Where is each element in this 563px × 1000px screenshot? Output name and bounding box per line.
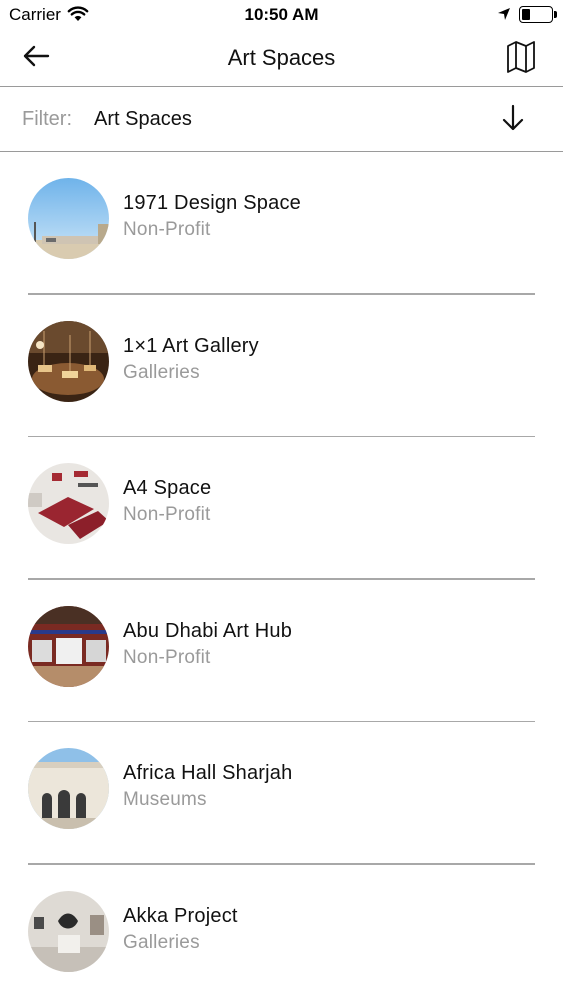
filter-bar[interactable]: Filter: Art Spaces [0,87,563,152]
space-name: Akka Project [123,904,238,927]
filter-label: Filter: [22,108,72,130]
space-category: Non-Profit [123,504,211,525]
space-thumbnail [28,890,109,972]
battery-tip [554,11,557,18]
space-thumbnail [28,463,109,544]
space-name: 1×1 Art Gallery [123,334,259,357]
battery-icon [519,6,553,23]
list-item[interactable]: Abu Dhabi Art Hub Non-Profit [0,580,563,722]
list-item[interactable]: Akka Project Galleries [0,865,563,1000]
location-arrow-icon [497,7,511,26]
list-item[interactable]: A4 Space Non-Profit [0,437,563,580]
space-thumbnail [28,320,109,402]
space-name: A4 Space [123,477,212,499]
spaces-list: 1971 Design Space Non-Profit 1×1 Art Gal… [0,152,563,1000]
list-item[interactable]: Africa Hall Sharjah Museums [0,722,563,865]
space-category: Galleries [123,361,200,383]
map-icon [506,40,536,79]
space-category: Non-Profit [123,646,211,668]
arrow-down-icon [501,104,525,137]
list-item[interactable]: 1×1 Art Gallery Galleries [0,295,563,437]
space-name: 1971 Design Space [123,192,301,214]
space-name: Abu Dhabi Art Hub [123,619,293,642]
space-category: Museums [123,789,207,810]
battery-level [522,9,531,20]
status-bar: Carrier 10:50 AM [0,0,563,30]
sort-button[interactable] [495,103,531,137]
space-thumbnail [28,178,109,259]
space-category: Galleries [123,931,200,953]
map-button[interactable] [501,39,541,79]
list-item[interactable]: 1971 Design Space Non-Profit [0,152,563,295]
nav-bar: Art Spaces [0,30,563,87]
filter-value[interactable]: Art Spaces [94,108,192,131]
space-name: Africa Hall Sharjah [123,762,293,784]
page-title: Art Spaces [227,45,336,70]
space-thumbnail [28,605,109,687]
clock: 10:50 AM [244,5,319,24]
space-thumbnail [28,748,109,829]
space-category: Non-Profit [123,219,211,240]
